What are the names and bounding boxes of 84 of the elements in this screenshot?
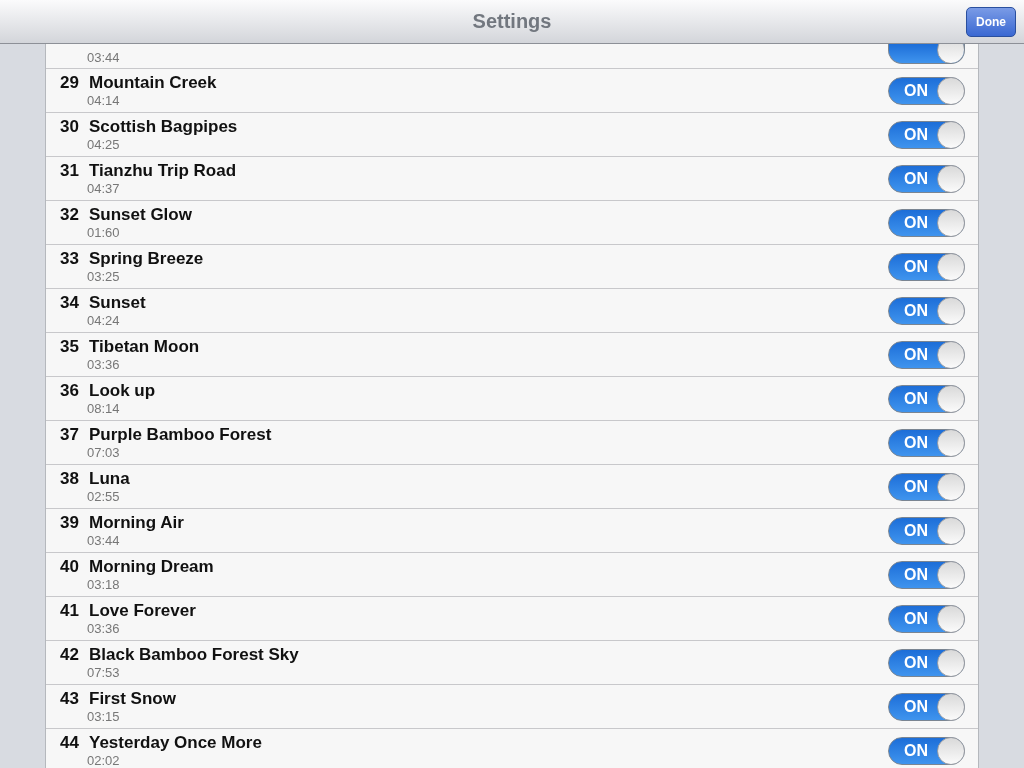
- track-number: 29: [60, 73, 79, 93]
- track-title: Scottish Bagpipes: [89, 117, 239, 137]
- switch-knob: [937, 76, 965, 105]
- track-duration: 01:60: [87, 225, 121, 240]
- track-number: 34: [60, 293, 79, 313]
- toggle-switch[interactable]: ON: [888, 296, 965, 325]
- track-number: 41: [60, 601, 79, 621]
- track-title: Spring Breeze: [89, 249, 205, 269]
- toggle-switch[interactable]: ON: [888, 428, 965, 457]
- track-duration: 04:25: [87, 137, 121, 152]
- switch-knob: [937, 648, 965, 677]
- track-duration: 03:36: [87, 357, 121, 372]
- track-number: 31: [60, 161, 79, 181]
- toggle-switch[interactable]: ON: [888, 472, 965, 501]
- switch-knob: [937, 516, 965, 545]
- switch-knob: [937, 384, 965, 413]
- track-duration: 03:25: [87, 269, 121, 284]
- toggle-switch[interactable]: [888, 44, 965, 64]
- track-duration: 03:18: [87, 577, 121, 592]
- toggle-switch[interactable]: ON: [888, 604, 965, 633]
- track-title: Luna: [89, 469, 131, 489]
- track-title: Purple Bamboo Forest: [89, 425, 273, 445]
- switch-knob: [937, 472, 965, 501]
- switch-knob: [937, 692, 965, 721]
- track-title: Morning Dream: [89, 557, 215, 577]
- toggle-switch[interactable]: ON: [888, 384, 965, 413]
- track-number: 38: [60, 469, 79, 489]
- toggle-switch[interactable]: ON: [888, 648, 965, 677]
- switch-knob: [937, 340, 965, 369]
- track-duration: 04:24: [87, 313, 121, 328]
- track-duration: 03:15: [87, 709, 121, 724]
- toggle-switch[interactable]: ON: [888, 692, 965, 721]
- track-title: First Snow: [89, 689, 177, 709]
- nav-title: Settings: [472, 10, 552, 33]
- track-title: Morning Air: [89, 513, 185, 533]
- toggle-switch[interactable]: ON: [888, 560, 965, 589]
- track-number: 30: [60, 117, 79, 137]
- track-duration: 03:44: [87, 533, 121, 548]
- track-number: 36: [60, 381, 79, 401]
- track-number: 33: [60, 249, 79, 269]
- track-title: Sunset: [89, 293, 147, 313]
- switch-knob: [937, 252, 965, 281]
- switch-knob: [937, 208, 965, 237]
- toggle-switch[interactable]: ON: [888, 340, 965, 369]
- toggle-switch[interactable]: ON: [888, 252, 965, 281]
- switch-knob: [937, 296, 965, 325]
- track-title: Sunset Glow: [89, 205, 193, 225]
- track-title: Tibetan Moon: [89, 337, 201, 357]
- track-duration: 02:55: [87, 489, 121, 504]
- track-duration: 07:03: [87, 445, 121, 460]
- track-title: Mountain Creek: [89, 73, 218, 93]
- track-number: 40: [60, 557, 79, 577]
- track-number: 43: [60, 689, 79, 709]
- track-duration: 04:37: [87, 181, 121, 196]
- track-title: Love Forever: [89, 601, 197, 621]
- track-title: Black Bamboo Forest Sky: [89, 645, 300, 665]
- switch-knob: [937, 560, 965, 589]
- switch-knob: [937, 428, 965, 457]
- switch-knob: [937, 164, 965, 193]
- track-number: 42: [60, 645, 79, 665]
- track-number: 35: [60, 337, 79, 357]
- track-number: 32: [60, 205, 79, 225]
- toggle-switch[interactable]: ON: [888, 164, 965, 193]
- track-duration: 02:02: [87, 753, 121, 768]
- switch-knob: [937, 604, 965, 633]
- toggle-switch[interactable]: ON: [888, 76, 965, 105]
- track-number: 37: [60, 425, 79, 445]
- switch-knob: [937, 120, 965, 149]
- track-title: Look up: [89, 381, 157, 401]
- track-duration: 08:14: [87, 401, 121, 416]
- track-duration: 04:14: [87, 93, 121, 108]
- toggle-switch[interactable]: ON: [888, 516, 965, 545]
- done-button[interactable]: Done: [966, 7, 1016, 37]
- switch-knob: [937, 736, 965, 765]
- track-number: 39: [60, 513, 79, 533]
- track-title: Tianzhu Trip Road: [89, 161, 238, 181]
- track-number: 44: [60, 733, 79, 753]
- toggle-switch[interactable]: ON: [888, 736, 965, 765]
- track-duration: 07:53: [87, 665, 121, 680]
- track-duration: 03:36: [87, 621, 121, 636]
- track-title: Yesterday Once More: [89, 733, 263, 753]
- track-duration: 03:44: [87, 50, 121, 65]
- toggle-switch[interactable]: ON: [888, 208, 965, 237]
- toggle-switch[interactable]: ON: [888, 120, 965, 149]
